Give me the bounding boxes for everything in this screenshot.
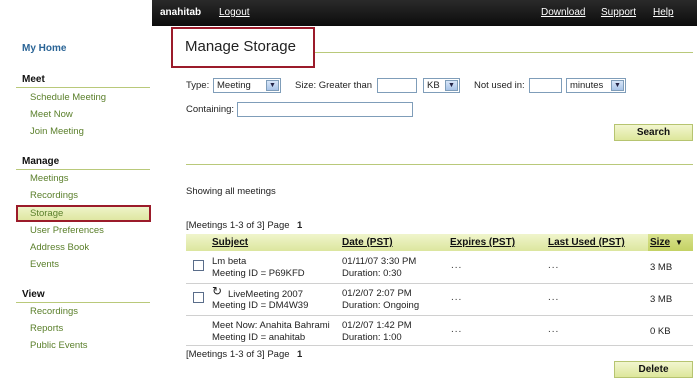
page-title-box: Manage Storage [171, 27, 315, 68]
column-subject[interactable]: Subject [212, 237, 248, 248]
row-expires: ... [451, 324, 463, 335]
sidebar: My Home Meet Schedule Meeting Meet Now J… [0, 26, 152, 383]
sidebar-section-manage: Manage [22, 156, 60, 167]
sidebar-item-address-book[interactable]: Address Book [30, 242, 89, 253]
not-used-label: Not used in: [474, 80, 525, 91]
row-subject: LiveMeeting 2007 [228, 289, 303, 300]
not-used-unit-value: minutes [570, 80, 604, 91]
sidebar-item-reports[interactable]: Reports [30, 323, 63, 334]
sidebar-section-view: View [22, 289, 45, 300]
containing-input[interactable] [237, 102, 413, 117]
sidebar-item-recordings[interactable]: Recordings [30, 190, 78, 201]
size-label: Size: Greater than [295, 80, 373, 91]
table-header: Subject Date (PST) Expires (PST) Last Us… [186, 234, 693, 251]
username-label: anahitab [160, 7, 202, 18]
size-input[interactable] [377, 78, 417, 93]
row-meeting-id: Meeting ID = anahitab [212, 332, 306, 343]
row-date: 01/2/07 2:07 PM [342, 288, 412, 299]
row-date: 01/11/07 3:30 PM [342, 256, 417, 267]
type-select-value: Meeting [217, 80, 251, 91]
sidebar-item-events[interactable]: Events [30, 259, 59, 270]
sidebar-item-schedule-meeting[interactable]: Schedule Meeting [30, 92, 106, 103]
page-title: Manage Storage [185, 38, 296, 55]
column-size[interactable]: Size [650, 237, 670, 248]
sidebar-divider [16, 302, 150, 303]
column-last-used[interactable]: Last Used (PST) [548, 237, 625, 248]
row-size: 0 KB [650, 326, 671, 337]
title-divider [315, 52, 693, 53]
sidebar-item-storage[interactable]: Storage [30, 208, 63, 219]
sidebar-item-user-preferences[interactable]: User Preferences [30, 225, 104, 236]
sidebar-item-join-meeting[interactable]: Join Meeting [30, 126, 84, 137]
row-checkbox[interactable] [193, 292, 204, 303]
search-button[interactable]: Search [614, 124, 693, 141]
row-last-used: ... [548, 260, 560, 271]
row-subject: Lm beta [212, 256, 247, 267]
pager-bottom-page[interactable]: 1 [297, 349, 302, 360]
status-text: Showing all meetings [186, 186, 276, 197]
chevron-down-icon: ▼ [445, 80, 458, 91]
row-meeting-id: Meeting ID = P69KFD [212, 268, 305, 279]
row-expires: ... [451, 260, 463, 271]
chevron-down-icon: ▼ [611, 80, 624, 91]
row-date: 01/2/07 1:42 PM [342, 320, 412, 331]
row-divider [186, 345, 693, 346]
sidebar-my-home-link[interactable]: My Home [22, 43, 66, 54]
size-unit-value: KB [427, 80, 440, 91]
row-last-used: ... [548, 324, 560, 335]
top-navigation-bar: anahitab Logout Download Support Help [0, 0, 697, 26]
row-duration: Duration: 1:00 [342, 332, 402, 343]
sidebar-item-meet-now[interactable]: Meet Now [30, 109, 73, 120]
support-link[interactable]: Support [601, 7, 636, 18]
delete-button[interactable]: Delete [614, 361, 693, 378]
sidebar-divider [16, 169, 150, 170]
sidebar-section-meet: Meet [22, 74, 45, 85]
filter-divider [186, 164, 693, 165]
sidebar-item-view-recordings[interactable]: Recordings [30, 306, 78, 317]
row-duration: Duration: 0:30 [342, 268, 402, 279]
not-used-input[interactable] [529, 78, 562, 93]
row-expires: ... [451, 292, 463, 303]
row-last-used: ... [548, 292, 560, 303]
row-subject: Meet Now: Anahita Bahrami [212, 320, 330, 331]
size-unit-select[interactable]: KB ▼ [423, 78, 460, 93]
type-label: Type: [186, 80, 210, 91]
row-size: 3 MB [650, 262, 673, 273]
containing-label: Containing: [186, 104, 235, 115]
refresh-icon: ↻ [212, 284, 223, 298]
type-select[interactable]: Meeting ▼ [213, 78, 281, 93]
sidebar-item-public-events[interactable]: Public Events [30, 340, 88, 351]
chevron-down-icon: ▼ [266, 80, 279, 91]
column-date[interactable]: Date (PST) [342, 237, 393, 248]
column-expires[interactable]: Expires (PST) [450, 237, 515, 248]
help-link[interactable]: Help [653, 7, 674, 18]
row-size: 3 MB [650, 294, 673, 305]
logout-link[interactable]: Logout [219, 7, 250, 18]
sort-descending-icon: ▼ [675, 238, 683, 247]
sidebar-item-meetings[interactable]: Meetings [30, 173, 69, 184]
pager-bottom-text: [Meetings 1-3 of 3] Page [186, 349, 290, 360]
row-divider [186, 315, 693, 316]
pager-top-text: [Meetings 1-3 of 3] Page [186, 220, 290, 231]
row-meeting-id: Meeting ID = DM4W39 [212, 300, 309, 311]
row-divider [186, 283, 693, 284]
not-used-unit-select[interactable]: minutes ▼ [566, 78, 626, 93]
sidebar-divider [16, 87, 150, 88]
row-checkbox[interactable] [193, 260, 204, 271]
pager-top-page[interactable]: 1 [297, 220, 302, 231]
download-link[interactable]: Download [541, 7, 585, 18]
top-bar-left-strip [0, 0, 152, 26]
row-duration: Duration: Ongoing [342, 300, 420, 311]
